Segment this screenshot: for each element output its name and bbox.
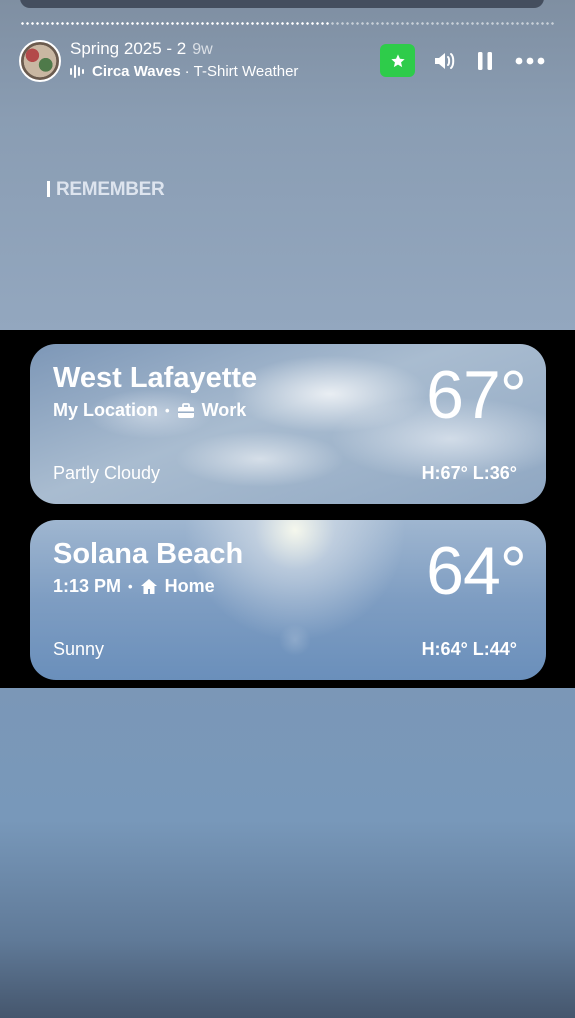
subtitle-dot: • <box>165 403 170 418</box>
condition: Sunny <box>53 639 105 659</box>
story-progress-bar <box>20 22 555 25</box>
city-name: West Lafayette <box>53 362 258 394</box>
city-name: Solana Beach <box>53 538 244 570</box>
speaker-icon <box>435 53 455 69</box>
top-overlay-bar <box>20 0 544 8</box>
subtitle-left: 1:13 PM <box>53 576 122 596</box>
condition: Partly Cloudy <box>53 463 161 483</box>
story-header[interactable]: Spring 2025 - 2 9w <box>70 39 213 59</box>
more-button[interactable] <box>514 46 546 76</box>
location-subtitle: 1:13 PM • Home <box>53 576 215 597</box>
story-title: Spring 2025 - 2 <box>70 39 187 58</box>
weather-card-west-lafayette: West Lafayette My Location • Work 67° Pa… <box>30 344 546 504</box>
story-caption: REMEMBER <box>47 179 165 201</box>
story-age: 9w <box>192 41 213 58</box>
star-icon <box>390 53 405 67</box>
briefcase-icon <box>177 402 194 418</box>
music-attribution[interactable]: Circa Waves · T-Shirt Weather <box>70 63 298 80</box>
audio-bars-icon <box>70 65 84 79</box>
story-background <box>0 0 575 1018</box>
caption-text: REMEMBER <box>56 179 165 200</box>
pause-button[interactable] <box>470 46 500 76</box>
subtitle-left: My Location <box>53 400 159 420</box>
temperature: 67° <box>426 357 527 433</box>
favorite-button[interactable] <box>380 44 415 77</box>
progress-remaining <box>330 22 555 25</box>
separator: · <box>184 63 190 80</box>
artist-name: Circa Waves <box>92 63 181 80</box>
avatar[interactable] <box>19 40 61 82</box>
subtitle-right: Work <box>201 400 247 420</box>
song-name: T-Shirt Weather <box>193 63 299 80</box>
high-low: H:67° L:36° <box>421 463 517 483</box>
location-subtitle: My Location • Work <box>53 400 246 421</box>
subtitle-dot: • <box>128 579 133 594</box>
high-low: H:64° L:44° <box>421 639 517 659</box>
pause-icon <box>478 52 492 70</box>
more-icon <box>515 57 545 65</box>
temperature: 64° <box>426 533 527 609</box>
text-cursor <box>47 181 50 197</box>
weather-card-solana-beach: Solana Beach 1:13 PM • Home 64° Sunny H:… <box>30 520 546 680</box>
volume-button[interactable] <box>430 46 460 76</box>
progress-filled <box>20 22 330 25</box>
home-icon <box>140 579 157 594</box>
subtitle-right: Home <box>164 576 215 596</box>
